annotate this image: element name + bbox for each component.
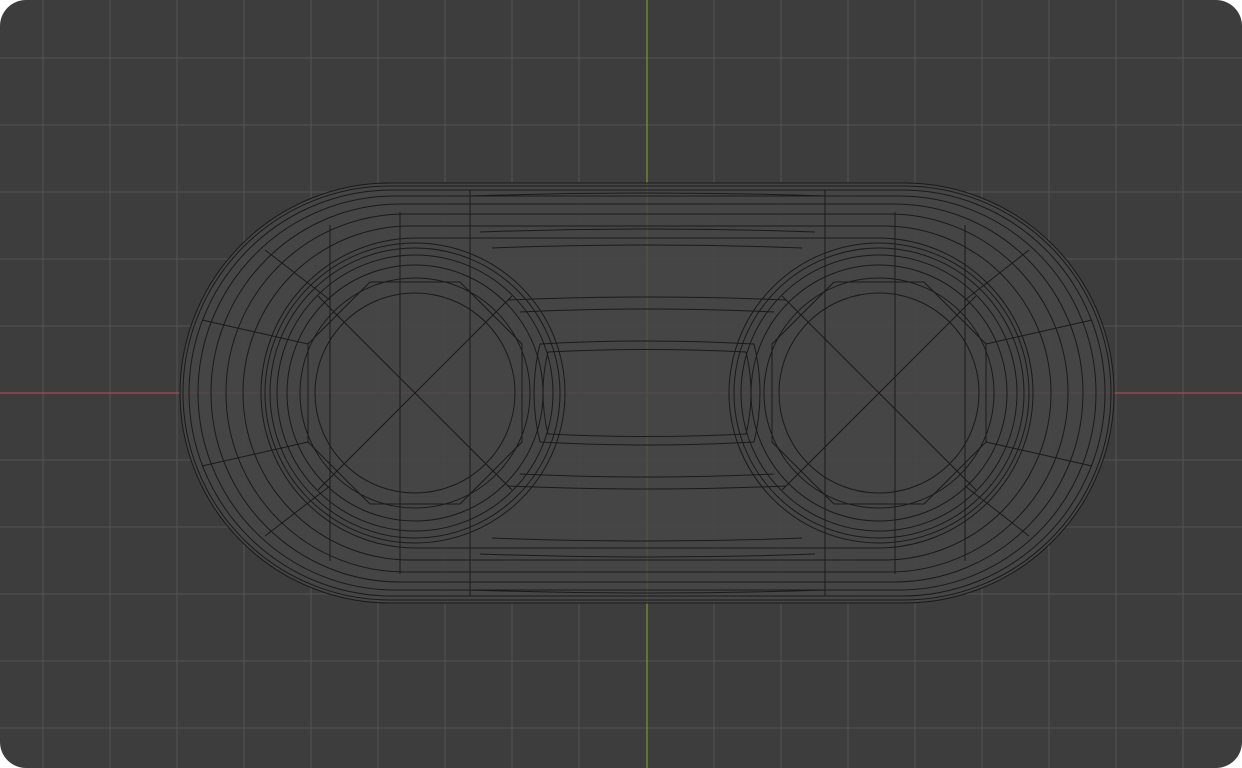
mesh-outer-fill [180, 183, 1114, 603]
3d-viewport[interactable] [0, 0, 1242, 768]
mesh-object[interactable] [179, 182, 1115, 604]
viewport-canvas[interactable] [0, 0, 1242, 768]
